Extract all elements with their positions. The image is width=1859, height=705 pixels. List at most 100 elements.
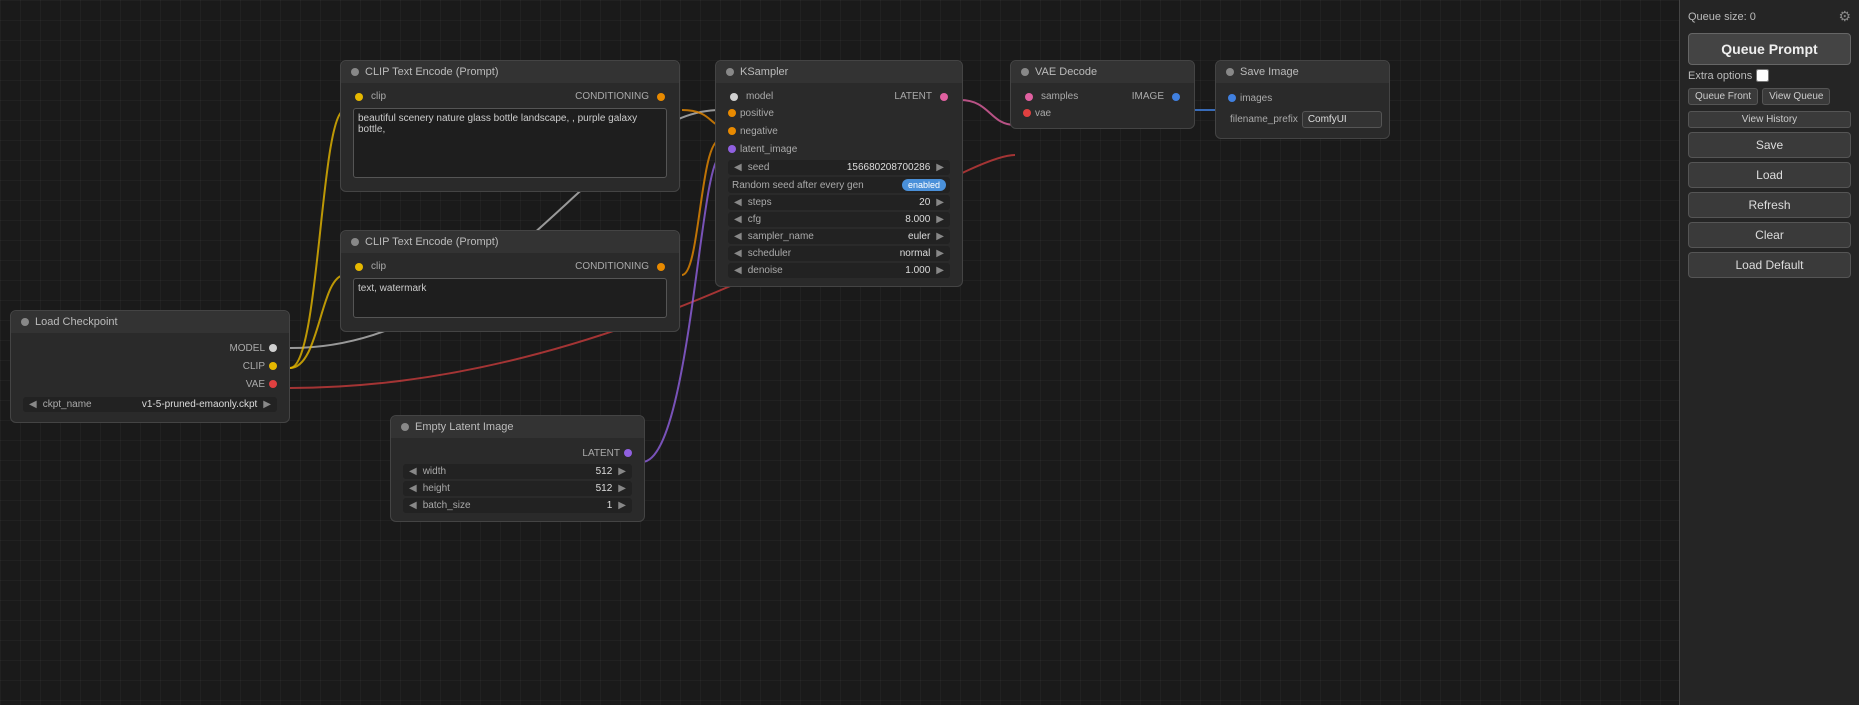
steps-arrow-right[interactable]: ▶ bbox=[934, 197, 946, 208]
load-button[interactable]: Load bbox=[1688, 162, 1851, 188]
random-seed-row: Random seed after every gen enabled bbox=[728, 177, 950, 193]
clip-port-label: CLIP bbox=[243, 361, 265, 372]
height-arrow-right[interactable]: ▶ bbox=[616, 483, 628, 494]
cfg-arrow-left[interactable]: ◀ bbox=[732, 214, 744, 225]
random-seed-toggle[interactable]: enabled bbox=[902, 179, 946, 191]
sampler-arrow-left[interactable]: ◀ bbox=[732, 231, 744, 242]
clip1-prompt-textarea[interactable]: beautiful scenery nature glass bottle la… bbox=[353, 108, 667, 178]
clip2-out-label: CONDITIONING bbox=[575, 261, 649, 272]
clear-button[interactable]: Clear bbox=[1688, 222, 1851, 248]
clip-text-encode-1-body: clip CONDITIONING beautiful scenery natu… bbox=[341, 83, 679, 191]
vae-samples-label: samples bbox=[1041, 91, 1078, 102]
clip2-in-circle bbox=[355, 263, 363, 271]
empty-latent-node: Empty Latent Image LATENT ◀ width 512 ▶ … bbox=[390, 415, 645, 522]
ksampler-latent-in bbox=[728, 145, 736, 153]
clip-text-encode-2-dot bbox=[351, 238, 359, 246]
width-param-row: ◀ width 512 ▶ bbox=[403, 464, 632, 479]
extra-options-row: Extra options bbox=[1688, 69, 1851, 82]
vae-image-out-label: IMAGE bbox=[1132, 91, 1164, 102]
steps-param-value: 20 bbox=[919, 197, 930, 208]
width-arrow-left[interactable]: ◀ bbox=[407, 466, 419, 477]
empty-latent-body: LATENT ◀ width 512 ▶ ◀ height 512 ▶ ◀ ba… bbox=[391, 438, 644, 521]
clip-text-encode-2-header: CLIP Text Encode (Prompt) bbox=[341, 231, 679, 253]
ksampler-latent-label: latent_image bbox=[740, 144, 797, 155]
ckpt-arrow-left[interactable]: ◀ bbox=[27, 399, 39, 410]
vae-decode-body: samples IMAGE vae bbox=[1011, 83, 1194, 128]
ksampler-positive-label: positive bbox=[740, 108, 774, 119]
load-checkpoint-dot bbox=[21, 318, 29, 326]
height-param-value: 512 bbox=[596, 483, 613, 494]
clip-port-row: CLIP bbox=[19, 357, 281, 375]
clip1-in-label: clip bbox=[371, 91, 386, 102]
filename-prefix-label: filename_prefix bbox=[1230, 114, 1298, 125]
filename-prefix-input[interactable] bbox=[1302, 111, 1382, 128]
denoise-arrow-right[interactable]: ▶ bbox=[934, 265, 946, 276]
seed-param-row: ◀ seed 156680208700286 ▶ bbox=[728, 160, 950, 175]
vae-vae-label: vae bbox=[1035, 108, 1051, 119]
view-history-button[interactable]: View History bbox=[1688, 111, 1851, 128]
ckpt-arrow-right[interactable]: ▶ bbox=[261, 399, 273, 410]
ksampler-dot bbox=[726, 68, 734, 76]
scheduler-arrow-left[interactable]: ◀ bbox=[732, 248, 744, 259]
view-queue-button[interactable]: View Queue bbox=[1762, 88, 1830, 105]
queue-prompt-button[interactable]: Queue Prompt bbox=[1688, 33, 1851, 65]
clip2-in-label: clip bbox=[371, 261, 386, 272]
clip-port-circle bbox=[269, 362, 277, 370]
scheduler-value: normal bbox=[900, 248, 931, 259]
steps-param-row: ◀ steps 20 ▶ bbox=[728, 195, 950, 210]
load-checkpoint-header: Load Checkpoint bbox=[11, 311, 289, 333]
load-checkpoint-title: Load Checkpoint bbox=[35, 316, 118, 328]
ksampler-body: model LATENT positive negative latent_im… bbox=[716, 83, 962, 286]
cfg-arrow-right[interactable]: ▶ bbox=[934, 214, 946, 225]
ksampler-node: KSampler model LATENT positive negative … bbox=[715, 60, 963, 287]
vae-decode-samples-row: samples IMAGE bbox=[1019, 89, 1186, 104]
batch-arrow-right[interactable]: ▶ bbox=[616, 500, 628, 511]
width-param-label: width bbox=[423, 466, 592, 477]
ksampler-latent-row: latent_image bbox=[724, 140, 954, 158]
seed-arrow-right[interactable]: ▶ bbox=[934, 162, 946, 173]
cfg-param-row: ◀ cfg 8.000 ▶ bbox=[728, 212, 950, 227]
ksampler-header: KSampler bbox=[716, 61, 962, 83]
ckpt-row: ◀ ckpt_name v1-5-pruned-emaonly.ckpt ▶ bbox=[23, 397, 277, 412]
save-button[interactable]: Save bbox=[1688, 132, 1851, 158]
gear-icon[interactable]: ⚙ bbox=[1838, 8, 1851, 25]
steps-arrow-left[interactable]: ◀ bbox=[732, 197, 744, 208]
vae-vae-in bbox=[1023, 109, 1031, 117]
latent-out-row: LATENT bbox=[399, 444, 636, 462]
width-arrow-right[interactable]: ▶ bbox=[616, 466, 628, 477]
batch-arrow-left[interactable]: ◀ bbox=[407, 500, 419, 511]
extra-options-checkbox[interactable] bbox=[1756, 69, 1769, 82]
vae-decode-dot bbox=[1021, 68, 1029, 76]
sampler-arrow-right[interactable]: ▶ bbox=[934, 231, 946, 242]
vae-port-row: VAE bbox=[19, 375, 281, 393]
denoise-label: denoise bbox=[748, 265, 902, 276]
denoise-row: ◀ denoise 1.000 ▶ bbox=[728, 263, 950, 278]
vae-port-label: VAE bbox=[246, 379, 265, 390]
seed-arrow-left[interactable]: ◀ bbox=[732, 162, 744, 173]
queue-front-button[interactable]: Queue Front bbox=[1688, 88, 1758, 105]
empty-latent-dot bbox=[401, 423, 409, 431]
ksampler-positive-row: positive bbox=[724, 104, 954, 122]
right-panel: Queue size: 0 ⚙ Queue Prompt Extra optio… bbox=[1679, 0, 1859, 705]
panel-header: Queue size: 0 ⚙ bbox=[1688, 8, 1851, 25]
vae-decode-node: VAE Decode samples IMAGE vae bbox=[1010, 60, 1195, 129]
save-image-body: images filename_prefix bbox=[1216, 83, 1389, 138]
ksampler-negative-in bbox=[728, 127, 736, 135]
refresh-button[interactable]: Refresh bbox=[1688, 192, 1851, 218]
vae-port-circle bbox=[269, 380, 277, 388]
load-default-button[interactable]: Load Default bbox=[1688, 252, 1851, 278]
vae-decode-title: VAE Decode bbox=[1035, 66, 1097, 78]
denoise-arrow-left[interactable]: ◀ bbox=[732, 265, 744, 276]
ksampler-model-row: model LATENT bbox=[724, 89, 954, 104]
clip2-prompt-textarea[interactable]: text, watermark bbox=[353, 278, 667, 318]
clip-text-encode-1-title: CLIP Text Encode (Prompt) bbox=[365, 66, 499, 78]
clip1-in-circle bbox=[355, 93, 363, 101]
height-arrow-left[interactable]: ◀ bbox=[407, 483, 419, 494]
save-image-title: Save Image bbox=[1240, 66, 1299, 78]
sampler-name-value: euler bbox=[908, 231, 930, 242]
clip1-ports-row: clip CONDITIONING bbox=[349, 89, 671, 104]
clip-text-encode-2-node: CLIP Text Encode (Prompt) clip CONDITION… bbox=[340, 230, 680, 332]
cfg-param-value: 8.000 bbox=[905, 214, 930, 225]
clip-text-encode-1-header: CLIP Text Encode (Prompt) bbox=[341, 61, 679, 83]
scheduler-arrow-right[interactable]: ▶ bbox=[934, 248, 946, 259]
